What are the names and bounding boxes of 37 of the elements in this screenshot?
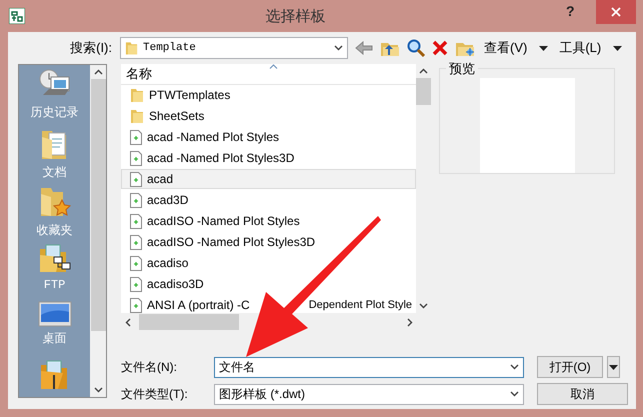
file-name-text: acad -Named Plot Styles3D [147, 151, 294, 165]
search-label: 搜索(I): [69, 39, 112, 57]
cancel-button[interactable]: 取消 [537, 383, 628, 405]
file-list-item[interactable]: acadISO -Named Plot Styles [121, 211, 416, 231]
file-name-label: 文件名(N): [121, 358, 178, 376]
menu-button[interactable]: 工具(L) [557, 39, 624, 57]
help-button[interactable]: ? [566, 3, 596, 19]
file-list-item[interactable]: PTWTemplates [121, 85, 416, 105]
file-list-item[interactable]: acad -Named Plot Styles [121, 127, 416, 147]
file-type-dropdown[interactable]: 图形样板 (*.dwt) [214, 384, 524, 404]
file-list-item[interactable]: acad3D [121, 190, 416, 210]
preview-label: 预览 [446, 60, 478, 78]
file-name-text: acad -Named Plot Styles [147, 130, 280, 144]
file-name-text: acadISO -Named Plot Styles [147, 214, 300, 228]
file-name-text: acad [147, 172, 174, 186]
file-list-item[interactable]: acadiso3D [121, 274, 416, 294]
file-name-text: SheetSets [149, 109, 204, 123]
window-title: 选择样板 [264, 6, 326, 26]
file-name-text: acad3D [147, 193, 188, 207]
file-name-field[interactable]: 文件名 [214, 356, 524, 378]
file-list-item[interactable]: acad [121, 169, 416, 189]
file-name-text: Dependent Plot Style [308, 299, 412, 311]
name-column-header[interactable]: 名称 [121, 64, 416, 85]
file-list-item[interactable]: acadISO -Named Plot Styles3D [121, 232, 416, 252]
file-name-text: acadISO -Named Plot Styles3D [147, 235, 316, 249]
file-name-text: acadiso3D [147, 277, 204, 291]
file-name-text: acadiso [147, 256, 188, 270]
file-name-text: PTWTemplates [149, 88, 230, 102]
file-list-item[interactable]: SheetSets [121, 106, 416, 126]
file-type-label: 文件类型(T): [121, 386, 189, 402]
file-name-text: ANSI A (portrait) -C [147, 298, 250, 312]
location-dropdown[interactable]: Template [120, 37, 348, 59]
open-button[interactable]: 打开(O) [537, 356, 603, 378]
menu-button[interactable]: 查看(V) [482, 39, 550, 57]
file-list-item[interactable]: acad -Named Plot Styles3D [121, 148, 416, 168]
file-list-item[interactable]: ANSI A (portrait) -C Dependent Plot Style [121, 295, 416, 313]
file-list-item[interactable]: acadiso [121, 253, 416, 273]
